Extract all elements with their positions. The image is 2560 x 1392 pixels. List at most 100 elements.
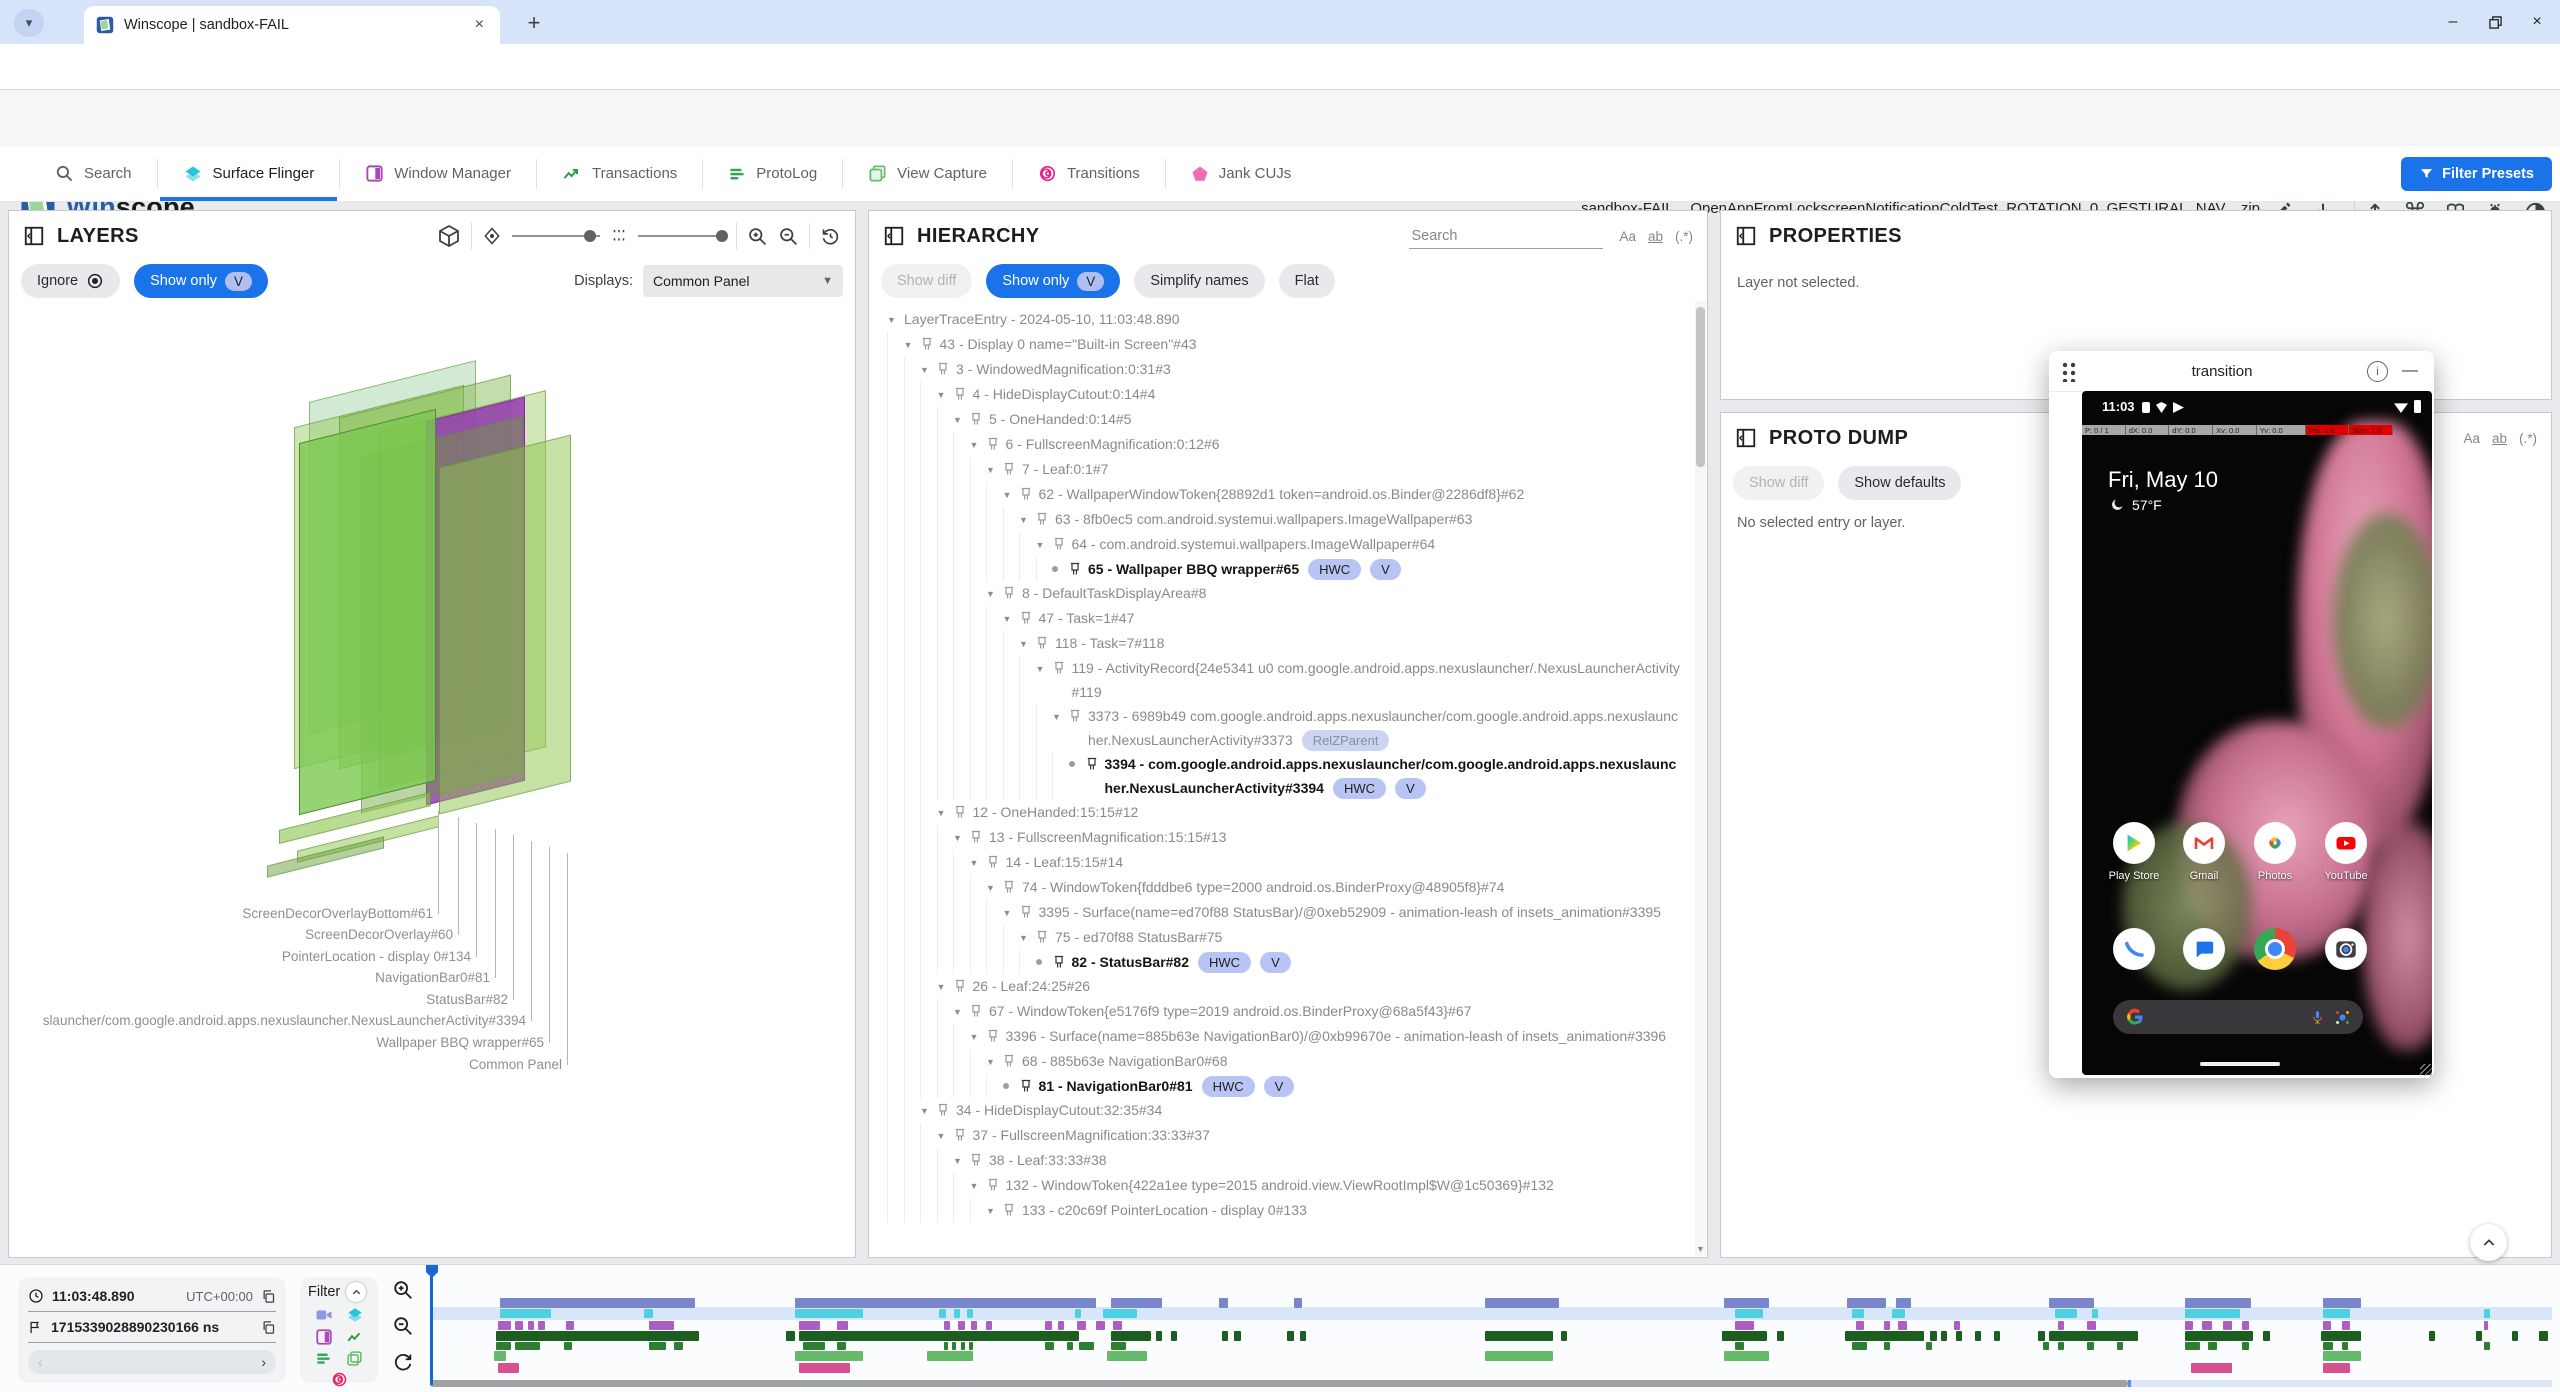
tab-search-button[interactable]: ▾ — [14, 9, 44, 37]
spacing-slider[interactable] — [638, 235, 726, 237]
show-defaults-button[interactable]: Show defaults — [1838, 466, 1961, 500]
expand-arrow-icon[interactable]: ▼ — [920, 357, 937, 382]
layer-3d-label[interactable]: ScreenDecorOverlayBottom#61 — [242, 906, 433, 921]
trace-segment[interactable] — [986, 1321, 992, 1330]
expand-arrow-icon[interactable]: ▼ — [953, 407, 970, 432]
trace-segment[interactable] — [799, 1363, 850, 1373]
tab-close-icon[interactable]: × — [471, 16, 488, 34]
trace-segment[interactable] — [1058, 1321, 1064, 1330]
expand-arrow-icon[interactable]: ▼ — [986, 581, 1003, 606]
zoom-out-icon[interactable] — [778, 226, 799, 247]
trace-segment[interactable] — [1735, 1342, 1743, 1350]
trace-segment[interactable] — [1045, 1342, 1053, 1350]
trace-segment[interactable] — [967, 1309, 973, 1318]
drag-handle-icon[interactable] — [2061, 360, 2077, 382]
human-timestamp[interactable]: 11:03:48.890 — [52, 1288, 135, 1304]
layer-3d-label[interactable]: PointerLocation - display 0#134 — [282, 949, 471, 964]
trace-segment[interactable] — [1234, 1331, 1240, 1341]
trace-segment[interactable] — [2263, 1331, 2269, 1341]
simplify-names-button[interactable]: Simplify names — [1134, 264, 1264, 298]
trace-segment[interactable] — [1111, 1331, 1151, 1341]
hierarchy-node[interactable]: ▼74 - WindowToken{fdddbe6 type=2000 andr… — [887, 875, 1707, 900]
expand-arrow-icon[interactable]: ▼ — [1019, 507, 1036, 532]
messages-icon[interactable] — [2183, 928, 2225, 970]
tab-surface-flinger[interactable]: Surface Flinger — [158, 146, 340, 201]
trace-segment[interactable] — [961, 1342, 965, 1350]
hierarchy-node[interactable]: 82 - StatusBar#82HWCV — [887, 950, 1707, 974]
copy-icon[interactable] — [261, 1320, 276, 1335]
tab-view-capture[interactable]: View Capture — [843, 146, 1012, 201]
copy-icon[interactable] — [261, 1289, 276, 1304]
new-tab-button[interactable]: + — [520, 9, 548, 37]
hierarchy-node[interactable]: ▼3373 - 6989b49 com.google.android.apps.… — [887, 704, 1707, 752]
hierarchy-node[interactable]: ▼12 - OneHanded:15:15#12 — [887, 800, 1707, 825]
trace-segment[interactable] — [1852, 1309, 1865, 1318]
tab-protolog[interactable]: ProtoLog — [703, 146, 842, 201]
trace-segment[interactable] — [496, 1342, 511, 1350]
trace-segment[interactable] — [799, 1321, 820, 1330]
layers-show-only-button[interactable]: Show only V — [134, 264, 268, 298]
trace-segment[interactable] — [2185, 1331, 2253, 1341]
expand-arrow-icon[interactable]: ▼ — [986, 875, 1003, 900]
expand-arrow-icon[interactable]: ▼ — [1052, 704, 1069, 729]
trace-segment[interactable] — [2087, 1342, 2093, 1350]
trace-segment[interactable] — [1845, 1331, 1924, 1341]
trace-segment[interactable] — [2117, 1342, 2123, 1350]
trace-segment[interactable] — [803, 1342, 824, 1350]
expand-arrow-icon[interactable]: ▼ — [1036, 656, 1053, 681]
hierarchy-node[interactable]: 81 - NavigationBar0#81HWCV — [887, 1074, 1707, 1098]
hierarchy-node[interactable]: ▼62 - WallpaperWindowToken{28892d1 token… — [887, 482, 1707, 507]
timeline-cursor[interactable] — [430, 1275, 433, 1385]
trace-segment[interactable] — [515, 1342, 540, 1350]
expand-arrow-icon[interactable]: ▼ — [937, 1123, 954, 1148]
ignore-button[interactable]: Ignore — [21, 264, 120, 298]
trace-segment[interactable] — [2323, 1363, 2351, 1373]
trace-segment[interactable] — [1300, 1331, 1306, 1341]
hierarchy-node[interactable]: ▼37 - FullscreenMagnification:33:33#37 — [887, 1123, 1707, 1148]
regex-toggle[interactable]: (.*) — [1675, 229, 1693, 244]
hierarchy-node[interactable]: ▼LayerTraceEntry - 2024-05-10, 11:03:48.… — [887, 307, 1707, 332]
trace-segment[interactable] — [498, 1321, 511, 1330]
window-manager-trace-icon[interactable] — [315, 1328, 333, 1346]
timeline-tracks[interactable] — [430, 1265, 2552, 1392]
hierarchy-node[interactable]: ▼7 - Leaf:0:1#7 — [887, 457, 1707, 482]
trace-segment[interactable] — [649, 1342, 666, 1350]
panel-collapse-icon[interactable] — [23, 225, 45, 247]
expand-arrow-icon[interactable]: ▼ — [920, 1098, 937, 1123]
trace-segment[interactable] — [1941, 1331, 1947, 1341]
trace-segment[interactable] — [1077, 1321, 1085, 1330]
expand-arrow-icon[interactable]: ▼ — [953, 825, 970, 850]
trace-segment[interactable] — [1956, 1331, 1962, 1341]
expand-arrow-icon[interactable]: ▼ — [970, 432, 987, 457]
trace-segment[interactable] — [1954, 1321, 1960, 1330]
nanosecond-timestamp[interactable]: 1715339028890230166 ns — [51, 1319, 219, 1335]
expand-arrow-icon[interactable]: ▼ — [1003, 606, 1020, 631]
trace-segment[interactable] — [837, 1321, 848, 1330]
trace-segment[interactable] — [2185, 1309, 2240, 1318]
trace-segment[interactable] — [1975, 1331, 1981, 1341]
hierarchy-node[interactable]: ▼3395 - Surface(name=ed70f88 StatusBar)/… — [887, 900, 1707, 925]
trace-segment[interactable] — [2202, 1321, 2213, 1330]
collapse-timeline-button[interactable] — [2470, 1224, 2507, 1261]
expand-arrow-icon[interactable]: ▼ — [904, 332, 921, 357]
trace-segment[interactable] — [795, 1298, 1096, 1308]
expand-arrow-icon[interactable]: ▼ — [1003, 900, 1020, 925]
hierarchy-node[interactable]: ▼75 - ed70f88 StatusBar#75 — [887, 925, 1707, 950]
phone-icon[interactable] — [2113, 928, 2155, 970]
trace-segment[interactable] — [1735, 1321, 1754, 1330]
trace-segment[interactable] — [952, 1342, 956, 1350]
photos-icon[interactable] — [2254, 822, 2296, 864]
trace-segment[interactable] — [2323, 1321, 2331, 1330]
trace-segment[interactable] — [1485, 1298, 1559, 1308]
view-capture-trace-icon[interactable] — [346, 1350, 363, 1367]
regex-toggle[interactable]: (.*) — [2519, 431, 2537, 446]
hierarchy-node[interactable]: ▼4 - HideDisplayCutout:0:14#4 — [887, 382, 1707, 407]
trace-segment[interactable] — [799, 1331, 1079, 1341]
hierarchy-node[interactable]: ▼132 - WindowToken{422a1ee type=2015 and… — [887, 1173, 1707, 1198]
hierarchy-node[interactable]: ▼43 - Display 0 name="Built-in Screen"#4… — [887, 332, 1707, 357]
trace-segment[interactable] — [1994, 1331, 2000, 1341]
layer-rect[interactable] — [439, 435, 571, 815]
trace-segment[interactable] — [1079, 1342, 1094, 1350]
trace-segment[interactable] — [944, 1342, 948, 1350]
surface-flinger-trace-icon[interactable] — [346, 1306, 364, 1324]
